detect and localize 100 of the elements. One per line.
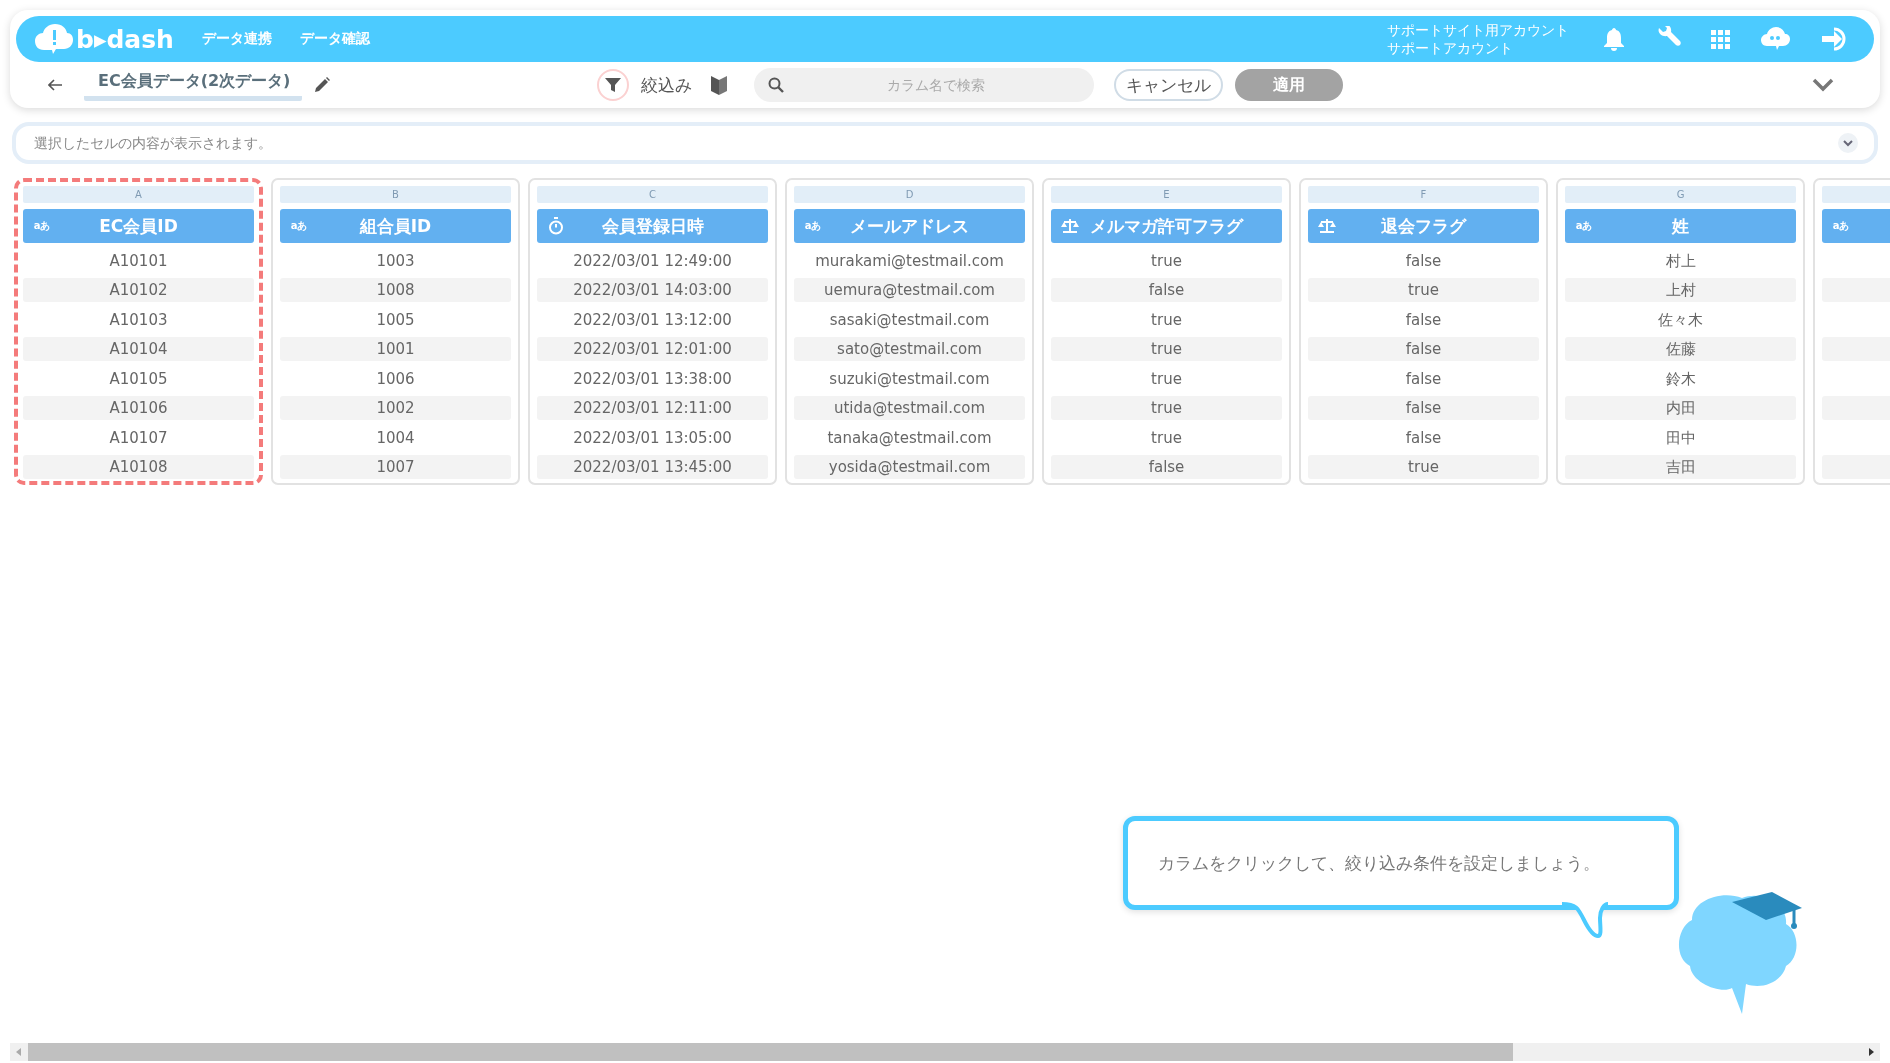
search-input[interactable]: カラム名で検索 [792, 67, 1081, 103]
text-type-label: aあ [1575, 219, 1593, 233]
table-cell[interactable]: 2022/03/01 12:49:00 [537, 248, 768, 273]
scale-icon [1061, 218, 1079, 234]
table-cell[interactable]: A10106 [23, 396, 254, 420]
table-cell[interactable]: true [1051, 248, 1282, 273]
table-cell[interactable]: A10103 [23, 307, 254, 332]
table-cell[interactable]: A10108 [23, 455, 254, 479]
table-cell[interactable]: 佐々木 [1565, 307, 1796, 332]
filter-button[interactable] [597, 69, 630, 101]
table-cell[interactable]: true [1308, 455, 1539, 479]
table-cell[interactable]: 1004 [280, 425, 511, 450]
cancel-button[interactable]: キャンセル [1114, 69, 1224, 101]
text-type-label: aあ [804, 219, 822, 233]
account-name: サポートアカウント [1387, 39, 1514, 57]
table-cell[interactable]: tanaka@testmail.com [794, 425, 1025, 450]
data-title: EC会員データ(2次データ) [84, 69, 303, 101]
table-cell[interactable]: true [1051, 425, 1282, 450]
table-cell[interactable]: 1007 [280, 455, 511, 479]
table-cell[interactable]: 村上 [1565, 248, 1796, 273]
table-cell[interactable]: false [1308, 337, 1539, 361]
table-cell[interactable]: true [1051, 366, 1282, 391]
table-cell[interactable]: 2022/03/01 13:12:00 [537, 307, 768, 332]
table-cell[interactable]: utida@testmail.com [794, 396, 1025, 420]
scroll-right-icon[interactable] [1868, 1048, 1874, 1056]
table-cell[interactable]: suzuki@testmail.com [794, 366, 1025, 391]
table-cell[interactable]: 1005 [280, 307, 511, 332]
column-name: 退会フラグ [1380, 214, 1468, 238]
table-cell[interactable]: 1003 [280, 248, 511, 273]
search-field[interactable]: カラム名で検索 [754, 68, 1095, 102]
table-cell[interactable]: 1001 [280, 337, 511, 361]
column-card[interactable]: C 会員登録日時 2022/03/01 12:49:00 2022/03/01 14:03:00 2022/03/01 13:12:00 2022/03/01 12:01:00 2022/03/01 13:38:00 2022/03/01 12:11:00 2022/03/01 13:05:00 2022/03/01 13:45:00 [528, 178, 777, 485]
table-cell[interactable]: 1006 [280, 366, 511, 391]
table-cell[interactable]: uemura@testmail.com [794, 278, 1025, 302]
table-cell[interactable]: true [1051, 307, 1282, 332]
table-cell[interactable]: 鈴木 [1565, 366, 1796, 391]
column-letter: E [1163, 189, 1170, 200]
table-cell[interactable]: true [1051, 337, 1282, 361]
funnel-icon [604, 76, 623, 94]
filter-label: 絞込み [641, 73, 693, 97]
scrollbar-thumb[interactable] [28, 1043, 1513, 1061]
pencil-icon[interactable] [314, 77, 331, 93]
table-cell[interactable]: A10107 [23, 425, 254, 450]
column-card[interactable]: E メルマガ許可フラグ true false true true true true true false [1042, 178, 1291, 485]
column-card[interactable]: B aあ 組合員ID 1003 1008 1005 1001 1006 1002 1004 1007 [271, 178, 520, 485]
table-cell[interactable]: true [1051, 396, 1282, 420]
back-arrow-icon[interactable] [48, 79, 62, 91]
table-cell[interactable]: false [1308, 366, 1539, 391]
chevron-down-icon[interactable] [1812, 78, 1834, 92]
table-cell[interactable]: 2022/03/01 12:11:00 [537, 396, 768, 420]
table-cell[interactable]: true [1308, 278, 1539, 302]
column-name: 姓 [1670, 214, 1690, 238]
table-cell[interactable]: A10105 [23, 366, 254, 391]
column-card[interactable]: F 退会フラグ false true false false false false false true [1299, 178, 1548, 485]
text-type-label: aあ [33, 219, 51, 233]
table-cell[interactable]: A10102 [23, 278, 254, 302]
column-letter: A [135, 189, 142, 200]
table-cell[interactable]: 吉田 [1565, 455, 1796, 479]
table-cell[interactable]: 2022/03/01 12:01:00 [537, 337, 768, 361]
cell-content-field[interactable]: 選択したセルの内容が表示されます。 [12, 122, 1878, 164]
table-cell[interactable]: murakami@testmail.com [794, 248, 1025, 273]
table-cell[interactable]: 佐藤 [1565, 337, 1796, 361]
horizontal-scrollbar[interactable] [10, 1043, 1880, 1061]
column-letter: G [1676, 189, 1685, 200]
table-cell[interactable]: A10101 [23, 248, 254, 273]
table-cell[interactable]: false [1308, 307, 1539, 332]
table-cell[interactable]: false [1051, 455, 1282, 479]
scroll-left-icon[interactable] [16, 1048, 22, 1056]
column-name: 会員登録日時 [600, 214, 705, 238]
stopwatch-icon [548, 217, 564, 235]
table-cell[interactable]: 上村 [1565, 278, 1796, 302]
grid-icon[interactable] [1711, 29, 1730, 49]
table-cell[interactable]: false [1308, 248, 1539, 273]
search-icon [768, 77, 785, 93]
table-cell[interactable]: sato@testmail.com [794, 337, 1025, 361]
table-cell[interactable]: 1002 [280, 396, 511, 420]
table-cell[interactable]: 1008 [280, 278, 511, 302]
table-cell[interactable]: false [1308, 396, 1539, 420]
table-cell[interactable]: 2022/03/01 13:45:00 [537, 455, 768, 479]
column-card[interactable]: A aあ EC会員ID A10101 A10102 A10103 A10104 A10105 A10106 A10107 A10108 [14, 178, 263, 485]
column-letter: B [392, 189, 399, 200]
cell-content-input[interactable]: 選択したセルの内容が表示されます。 [32, 125, 1828, 161]
table-cell[interactable]: false [1308, 425, 1539, 450]
table-cell[interactable]: yosida@testmail.com [794, 455, 1025, 479]
table-cell[interactable]: 2022/03/01 14:03:00 [537, 278, 768, 302]
account-name: サポートサイト用アカウント [1387, 21, 1569, 39]
bell-icon[interactable] [1603, 27, 1625, 51]
text-type-label: aあ [290, 219, 308, 233]
table-cell[interactable]: 内田 [1565, 396, 1796, 420]
chevron-down-icon[interactable] [1838, 133, 1858, 153]
table-cell[interactable]: false [1051, 278, 1282, 302]
column-card[interactable]: D aあ メールアドレス murakami@testmail.com uemura@testmail.com sasaki@testmail.com sato@testmail.com suzuki@testmail.com utida@testmail.com tanaka@testmail.com yosida@testmail.com [785, 178, 1034, 485]
table-cell[interactable]: 2022/03/01 13:05:00 [537, 425, 768, 450]
hint-text: カラムをクリックして、絞り込み条件を設定しましょう。 [1157, 851, 1600, 875]
table-cell[interactable]: 2022/03/01 13:38:00 [537, 366, 768, 391]
table-cell[interactable]: 田中 [1565, 425, 1796, 450]
table-cell[interactable]: A10104 [23, 337, 254, 361]
column-card[interactable]: G aあ 姓 村上 上村 佐々木 佐藤 鈴木 内田 田中 吉田 [1556, 178, 1805, 485]
column-letter: C [649, 189, 656, 200]
table-cell[interactable]: sasaki@testmail.com [794, 307, 1025, 332]
